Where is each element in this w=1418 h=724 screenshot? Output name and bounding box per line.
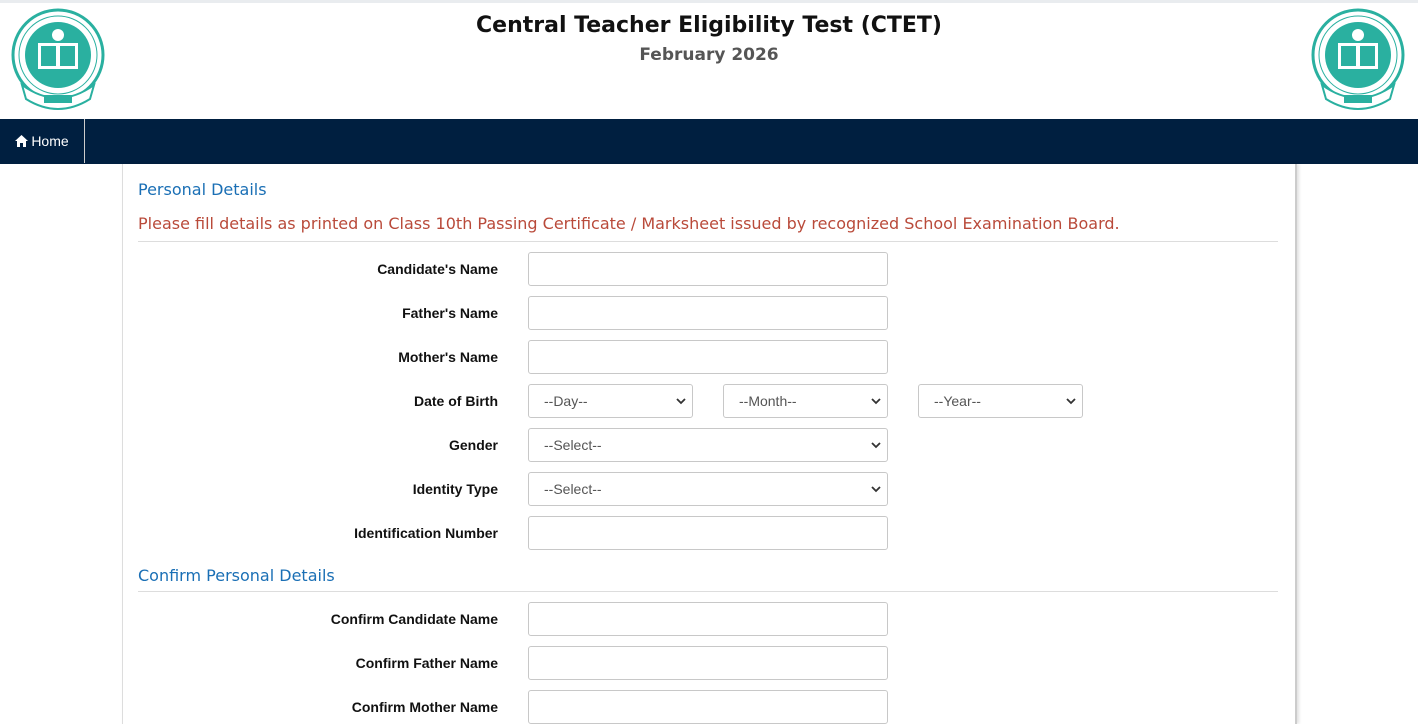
form-panel: Personal Details Please fill details as … (122, 164, 1297, 724)
candidate-name-label: Candidate's Name (377, 261, 498, 277)
personal-details-heading: Personal Details (138, 180, 267, 199)
dob-year-select[interactable]: --Year-- (918, 384, 1083, 418)
dob-month-select[interactable]: --Month-- (723, 384, 888, 418)
dob-day-select[interactable]: --Day-- (528, 384, 693, 418)
identification-number-input[interactable] (528, 516, 888, 550)
father-name-input[interactable] (528, 296, 888, 330)
dob-day-value: --Day-- (544, 393, 588, 409)
page-title: Central Teacher Eligibility Test (CTET) (476, 13, 942, 38)
main-navbar: Home (0, 119, 1418, 164)
dob-label: Date of Birth (414, 393, 498, 409)
identity-type-select[interactable]: --Select-- (528, 472, 888, 506)
mother-name-label: Mother's Name (398, 349, 498, 365)
gender-label: Gender (448, 437, 498, 453)
confirm-mother-name-label: Confirm Mother Name (351, 699, 498, 715)
identification-number-label: Identification Number (354, 525, 498, 541)
candidate-name-input[interactable] (528, 252, 888, 286)
mother-name-input[interactable] (528, 340, 888, 374)
nav-home-label: Home (31, 133, 69, 149)
confirm-mother-name-input[interactable] (528, 690, 888, 724)
identity-type-label: Identity Type (412, 481, 498, 497)
nav-home-link[interactable]: Home (0, 119, 85, 163)
cbse-emblem-icon (1310, 7, 1406, 115)
confirm-details-heading: Confirm Personal Details (138, 566, 335, 585)
chevron-down-icon (871, 486, 881, 493)
gender-value: --Select-- (544, 437, 602, 453)
chevron-down-icon (871, 398, 881, 405)
divider (138, 241, 1278, 242)
instruction-note: Please fill details as printed on Class … (138, 214, 1120, 233)
identity-type-value: --Select-- (544, 481, 602, 497)
confirm-father-name-input[interactable] (528, 646, 888, 680)
chevron-down-icon (676, 398, 686, 405)
dob-month-value: --Month-- (739, 393, 797, 409)
home-icon (15, 135, 29, 147)
confirm-candidate-name-input[interactable] (528, 602, 888, 636)
gender-select[interactable]: --Select-- (528, 428, 888, 462)
chevron-down-icon (1066, 398, 1076, 405)
chevron-down-icon (871, 442, 881, 449)
page-subtitle: February 2026 (639, 45, 779, 65)
confirm-candidate-name-label: Confirm Candidate Name (330, 611, 498, 627)
page-header: Central Teacher Eligibility Test (CTET) … (0, 3, 1418, 119)
divider (138, 591, 1278, 592)
confirm-father-name-label: Confirm Father Name (355, 655, 498, 671)
father-name-label: Father's Name (402, 305, 498, 321)
dob-year-value: --Year-- (934, 393, 981, 409)
